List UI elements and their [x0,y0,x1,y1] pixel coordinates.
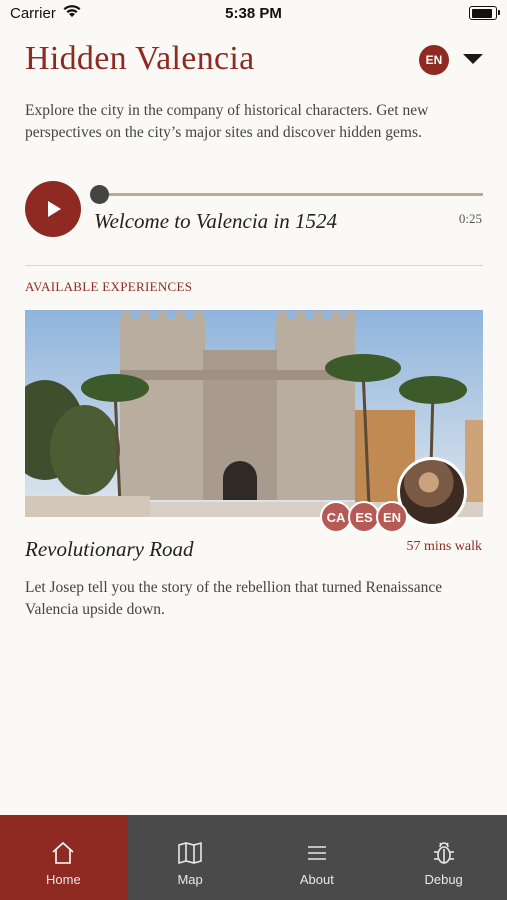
tab-label: Home [46,872,81,887]
audio-title: Welcome to Valencia in 1524 [94,209,338,233]
audio-scrubber-handle[interactable] [90,185,109,204]
tab-label: Debug [424,872,463,887]
audio-duration: 0:25 [458,211,482,226]
language-chip-en: EN [376,501,408,533]
menu-icon [307,846,326,860]
experience-description: Let Josep tell you the story of the rebe… [25,579,443,618]
tab-debug[interactable]: Debug [380,815,507,900]
tab-label: Map [177,872,203,887]
home-icon [52,841,74,864]
play-button[interactable] [25,181,81,237]
experience-title[interactable]: Revolutionary Road [25,537,194,562]
intro-text: Explore the city in the company of histo… [25,102,429,141]
tab-bar: Home Map About Debug [0,815,507,900]
walk-duration: 57 mins walk [406,539,482,554]
status-bar: Carrier 5:38 PM [0,0,507,28]
clock: 5:38 PM [225,5,282,22]
tab-home[interactable]: Home [0,815,127,900]
audio-progress-track[interactable] [100,193,483,196]
tab-label: About [299,872,334,887]
battery-icon [469,6,500,20]
divider [25,265,483,266]
tab-about[interactable]: About [254,815,381,900]
language-selector[interactable]: EN [419,45,449,75]
section-label: AVAILABLE EXPERIENCES [25,279,193,294]
chevron-down-icon[interactable] [463,54,483,64]
page-title: Hidden Valencia [25,40,255,77]
bug-icon [433,842,454,864]
tab-map[interactable]: Map [127,815,254,900]
map-icon [178,841,202,865]
